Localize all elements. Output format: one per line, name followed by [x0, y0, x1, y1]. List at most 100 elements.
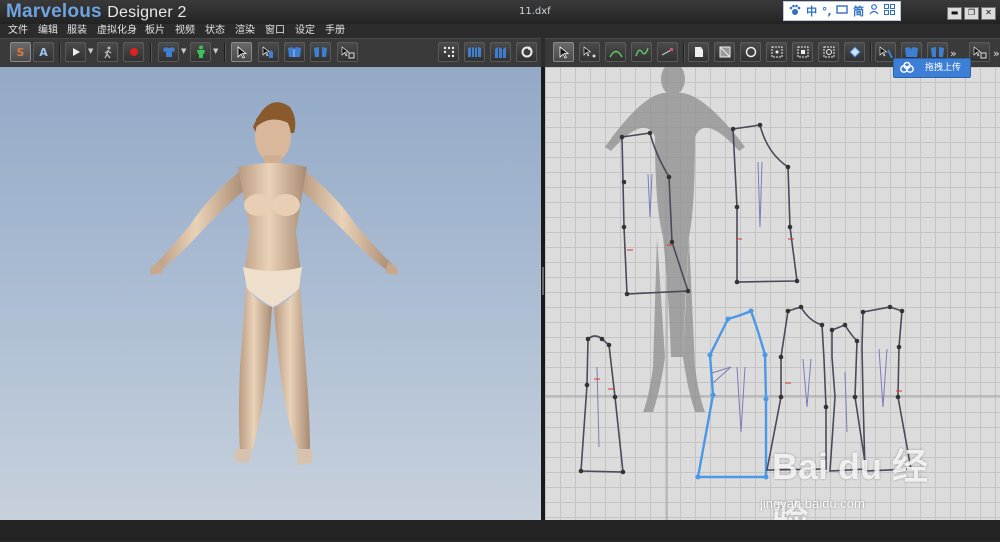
rectangle-button[interactable]: [714, 42, 735, 62]
close-icon[interactable]: ✕: [981, 7, 996, 20]
garment-display-button[interactable]: [464, 42, 485, 62]
minimize-icon[interactable]: ▬: [947, 7, 962, 20]
internal-rectangle-icon: [797, 46, 808, 58]
select-pattern-button[interactable]: [553, 42, 574, 62]
cloud-icon: [900, 61, 914, 73]
pin-icon: [341, 45, 354, 58]
dart-icon: [848, 46, 861, 58]
shirt-icon: [162, 47, 175, 57]
pin-tool-button[interactable]: [337, 42, 358, 62]
ime-toolbar[interactable]: 中 °, 简: [783, 1, 901, 21]
cursor-icon: [237, 45, 247, 59]
add-point-button[interactable]: [657, 42, 678, 62]
cursor-box-icon: [973, 45, 986, 58]
bend-curve-button[interactable]: [631, 42, 652, 62]
internal-circle-icon: [823, 46, 834, 58]
status-bar: [0, 520, 1000, 541]
animation-a-button[interactable]: A: [33, 42, 54, 62]
menu-state[interactable]: 状态: [205, 24, 225, 38]
move-garment-icon: [262, 45, 273, 58]
app-window: Marvelous Designer 2 11.dxf 中 °, 简 ▬ ❐ ✕: [0, 0, 1000, 541]
menu-settings[interactable]: 设定: [295, 24, 315, 38]
more-tools-end-icon[interactable]: »: [993, 47, 1000, 60]
avatar-dropdown-icon[interactable]: ▼: [213, 47, 219, 57]
toolbar-divider: [683, 43, 684, 62]
add-point-icon: [661, 48, 673, 56]
app-logo: Marvelous Designer 2: [6, 1, 187, 23]
upload-tooltip[interactable]: 拖拽上传: [893, 58, 971, 78]
file-name: 11.dxf: [519, 6, 551, 17]
move-tool-button[interactable]: [258, 42, 279, 62]
pattern-piece-selected[interactable]: [696, 309, 768, 479]
edit-curve-button[interactable]: [605, 42, 626, 62]
polygon-icon: [694, 47, 703, 57]
overflow-select-button[interactable]: [969, 42, 990, 62]
bend-icon: [634, 47, 649, 57]
rectangle-icon: [719, 46, 730, 58]
fold-tool-button[interactable]: [284, 42, 305, 62]
dart-button[interactable]: [844, 42, 865, 62]
select-tool-button[interactable]: [231, 42, 252, 62]
avatar-button[interactable]: [190, 42, 211, 62]
circle-button[interactable]: [740, 42, 761, 62]
user-icon[interactable]: [869, 4, 879, 18]
toolbar-3d: S A ▼ ▼ ▼: [0, 38, 541, 68]
layer-display-button[interactable]: [490, 42, 511, 62]
viewport-3d[interactable]: [0, 67, 541, 520]
window-controls: ▬ ❐ ✕: [947, 7, 996, 20]
menu-manual[interactable]: 手册: [325, 24, 345, 38]
menu-garment[interactable]: 服装: [67, 24, 87, 38]
reset-button[interactable]: [516, 42, 537, 62]
play-button[interactable]: [65, 42, 86, 62]
edit-point-button[interactable]: [579, 42, 600, 62]
menu-bar: 文件 编辑 服装 虚拟化身 板片 视频 状态 渲染 窗口 设定 手册: [0, 24, 1000, 38]
internal-rectangle-button[interactable]: [792, 42, 813, 62]
paw-icon[interactable]: [789, 4, 801, 19]
menu-file[interactable]: 文件: [8, 24, 28, 38]
toolbar-divider: [224, 43, 225, 62]
internal-polygon-button[interactable]: [766, 42, 787, 62]
walk-button[interactable]: [97, 42, 118, 62]
menu-pattern[interactable]: 板片: [145, 24, 165, 38]
ime-lang[interactable]: 中: [806, 3, 817, 19]
garment-button[interactable]: [158, 42, 179, 62]
internal-circle-button[interactable]: [818, 42, 839, 62]
avatar-icon: [196, 45, 205, 58]
pattern-piece-side[interactable]: [580, 335, 624, 473]
restore-icon[interactable]: ❐: [964, 7, 979, 20]
ime-simplified[interactable]: 简: [853, 3, 864, 19]
segment-sew-icon: [905, 47, 918, 57]
baidu-watermark: Bai du 经验 jingyan.baidu.com: [760, 430, 960, 539]
avatar-silhouette: [605, 67, 745, 412]
curve-icon: [608, 50, 623, 58]
record-icon: [129, 48, 138, 56]
cursor-icon: [559, 45, 569, 59]
menu-video[interactable]: 视频: [175, 24, 195, 38]
play-icon: [72, 48, 80, 56]
arrange-tool-button[interactable]: [310, 42, 331, 62]
avatar-figure: [150, 102, 398, 465]
refresh-icon: [521, 46, 532, 58]
garment-dropdown-icon[interactable]: ▼: [181, 47, 187, 57]
ime-punct[interactable]: °,: [822, 5, 832, 18]
dots-icon: [443, 46, 454, 58]
polygon-button[interactable]: [688, 42, 709, 62]
record-button[interactable]: [123, 42, 144, 62]
toolbar-divider: [870, 43, 871, 62]
keyboard-icon[interactable]: [836, 4, 849, 18]
selected-pattern-points: [695, 308, 769, 480]
splitter-grip[interactable]: [542, 267, 544, 295]
menu-avatar[interactable]: 虚拟化身: [97, 24, 137, 38]
menu-window[interactable]: 窗口: [265, 24, 285, 38]
points-display-button[interactable]: [438, 42, 459, 62]
toolbar-divider: [150, 43, 151, 62]
fold-icon: [288, 47, 301, 57]
menu-render[interactable]: 渲染: [235, 24, 255, 38]
brand-name: Marvelous: [6, 1, 102, 22]
watermark-url: jingyan.baidu.com: [760, 496, 865, 511]
upload-tooltip-text: 拖拽上传: [925, 63, 962, 73]
menu-edit[interactable]: 编辑: [38, 24, 58, 38]
play-dropdown-icon[interactable]: ▼: [88, 47, 94, 57]
simulation-s-button[interactable]: S: [10, 42, 31, 62]
grid-menu-icon[interactable]: [883, 4, 895, 18]
